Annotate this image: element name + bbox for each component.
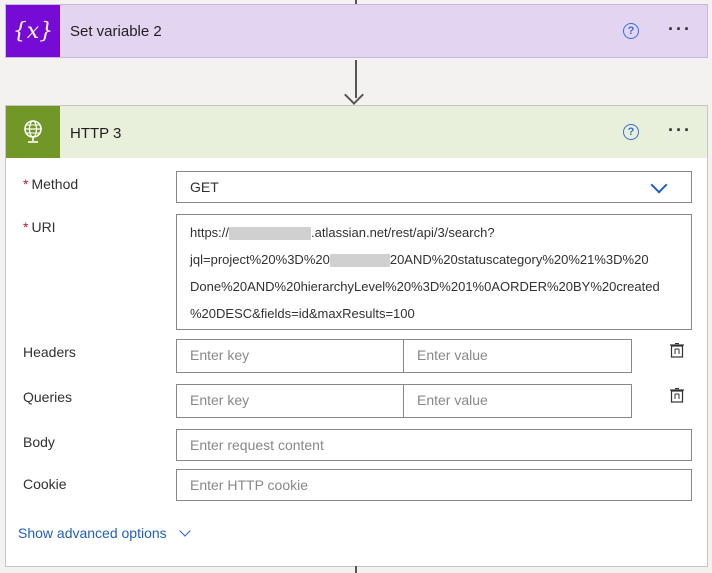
required-marker: * [23,219,29,235]
queries-key-input[interactable]: Enter key [176,384,404,418]
body-label: Body [23,434,55,450]
redacted-text [329,254,390,268]
body-placeholder: Enter request content [190,437,324,453]
delete-row-icon[interactable] [670,343,684,358]
http-card: HTTP 3 ? ··· * Method GET * URI https://.a… [5,105,708,567]
uri-line: https://.atlassian.net/rest/api/3/search… [190,225,495,241]
required-marker: * [23,176,29,192]
body-input[interactable]: Enter request content [176,429,692,461]
headers-value-input[interactable]: Enter value [403,339,632,373]
globe-icon [6,106,60,158]
variable-icon: {x} [6,5,60,57]
uri-line: Done%20AND%20hierarchyLevel%20%3D%201%0A… [190,279,660,294]
method-label: * Method [23,176,79,192]
http-title[interactable]: HTTP 3 [70,125,121,142]
more-options-icon[interactable]: ··· [668,19,692,40]
headers-key-input[interactable]: Enter key [176,339,404,373]
http-card-header[interactable]: HTTP 3 ? ··· [6,106,707,158]
more-options-icon[interactable]: ··· [668,120,692,141]
queries-label: Queries [23,389,73,405]
set-variable-title[interactable]: Set variable 2 [70,23,162,40]
cookie-label: Cookie [23,476,67,492]
headers-label: Headers [23,344,76,360]
chevron-down-icon[interactable] [650,176,668,194]
method-select[interactable]: GET [176,171,692,203]
connector-bottom [355,566,357,573]
help-icon[interactable]: ? [623,23,639,39]
show-advanced-options-link[interactable]: Show advanced options [18,524,191,541]
headers-key-placeholder: Enter key [190,347,250,363]
set-variable-card[interactable]: {x} Set variable 2 ? ··· [5,4,708,58]
queries-value-input[interactable]: Enter value [403,384,632,418]
cookie-placeholder: Enter HTTP cookie [190,477,309,493]
headers-value-placeholder: Enter value [417,347,488,363]
method-value: GET [190,179,219,195]
delete-row-icon[interactable] [670,388,684,403]
redacted-text [229,227,312,241]
queries-value-placeholder: Enter value [417,392,488,408]
uri-label: * URI [23,219,56,235]
uri-input[interactable]: https://.atlassian.net/rest/api/3/search… [176,214,692,330]
uri-line: jql=project%20%3D%20 20AND%20statuscatego… [190,252,649,268]
advanced-options-label: Show advanced options [18,525,167,541]
help-icon[interactable]: ? [623,124,639,140]
arrow-down-icon [344,85,364,105]
uri-line: %20DESC&fields=id&maxResults=100 [190,306,415,321]
queries-key-placeholder: Enter key [190,392,250,408]
chevron-down-icon [179,524,191,537]
cookie-input[interactable]: Enter HTTP cookie [176,469,692,501]
